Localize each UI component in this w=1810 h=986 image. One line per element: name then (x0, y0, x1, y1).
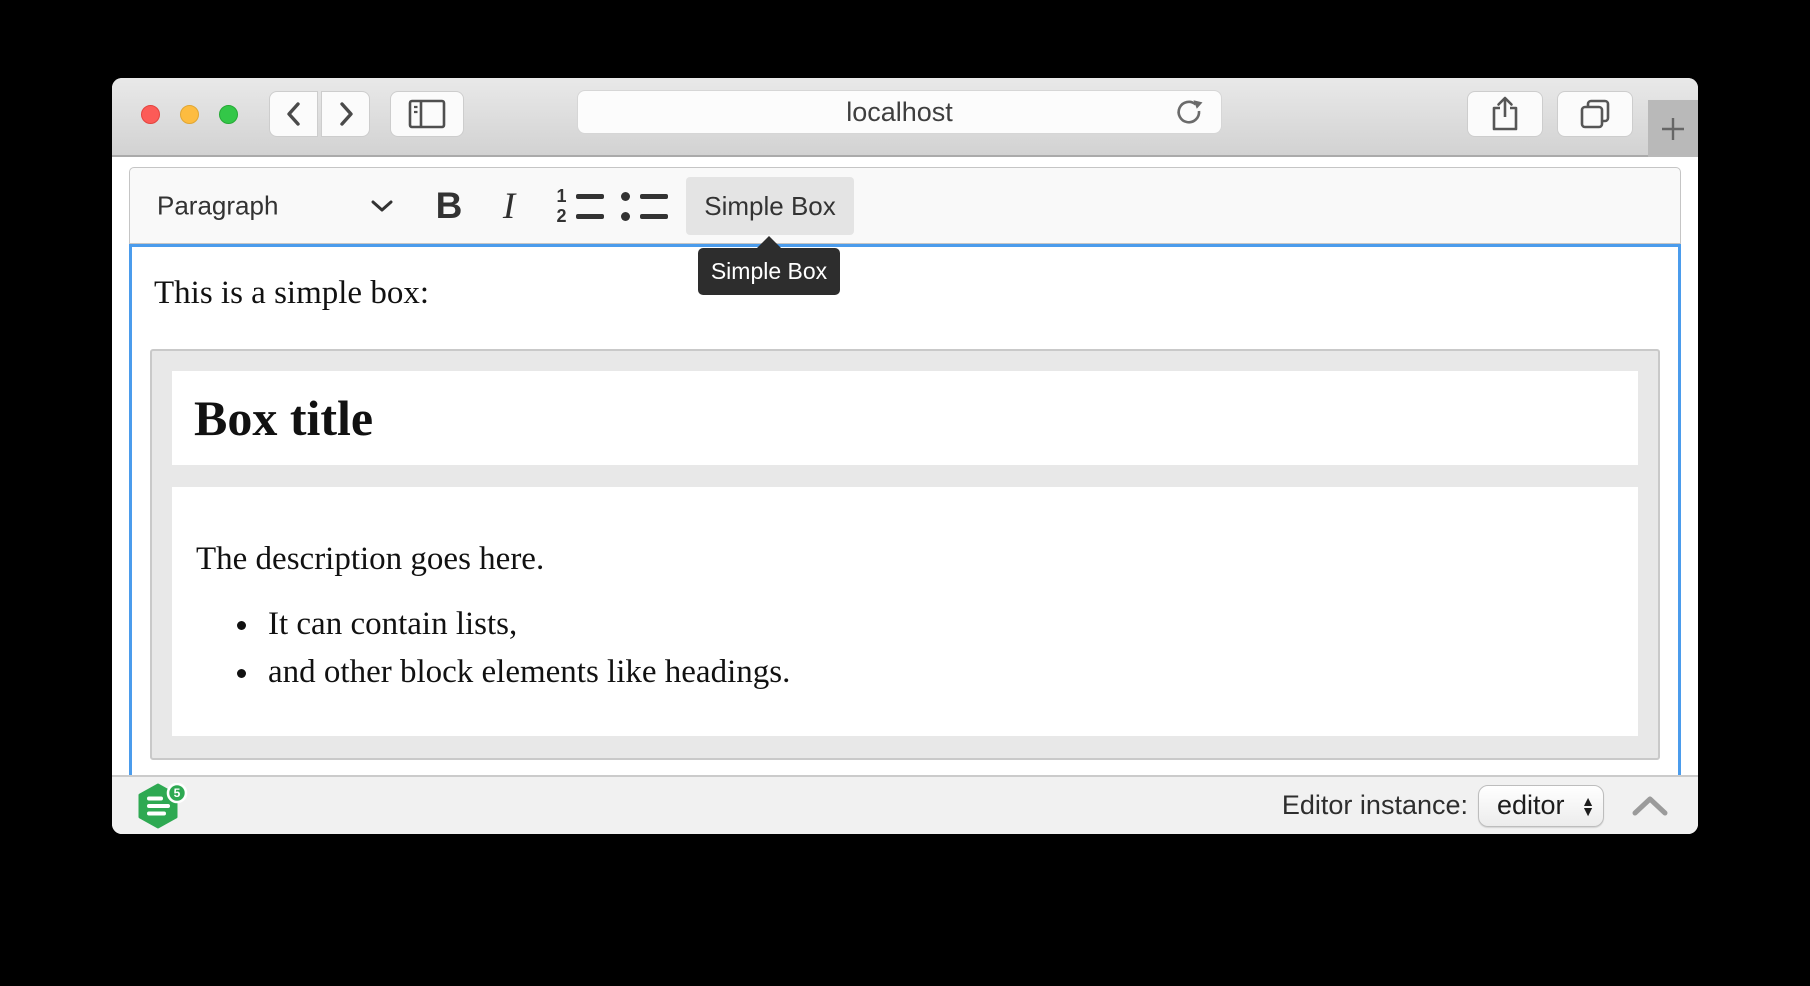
box-title-text: Box title (194, 389, 373, 447)
zoom-window-button[interactable] (219, 105, 238, 124)
show-tabs-button[interactable] (1557, 91, 1633, 137)
editor-instance-select-value: editor (1497, 790, 1565, 821)
simple-box-button-label: Simple Box (704, 191, 836, 222)
heading-dropdown-value: Paragraph (157, 190, 278, 221)
heading-dropdown[interactable]: Paragraph (130, 168, 408, 243)
chevron-left-icon (283, 100, 305, 128)
refresh-icon[interactable] (1173, 98, 1207, 132)
box-bullet-list: It can contain lists, and other block el… (196, 604, 1614, 694)
simple-box-description-field[interactable]: The description goes here. It can contai… (172, 487, 1638, 736)
bold-button[interactable]: B (423, 177, 475, 235)
close-window-button[interactable] (141, 105, 160, 124)
intro-paragraph: This is a simple box: (154, 272, 1678, 315)
sidebar-toggle-button[interactable] (390, 91, 464, 137)
address-bar[interactable]: localhost (577, 90, 1222, 134)
editor-editable-area[interactable]: This is a simple box: Box title The desc… (129, 244, 1681, 775)
back-button[interactable] (269, 91, 318, 137)
inspector-footer-bar: 5 Editor instance: editor ▲▼ (112, 775, 1698, 834)
editor-toolbar: Paragraph B I 1 2 (129, 167, 1681, 244)
browser-window: localhost (112, 78, 1698, 834)
badge-count: 5 (174, 786, 181, 800)
web-page: Paragraph B I 1 2 (112, 157, 1698, 775)
simple-box-tooltip: Simple Box (698, 248, 840, 295)
select-stepper-icon: ▲▼ (1581, 795, 1595, 817)
bold-icon: B (436, 185, 463, 227)
footer-controls: Editor instance: editor ▲▼ (1282, 777, 1670, 834)
list-item: and other block elements like headings. (262, 652, 1614, 693)
share-button[interactable] (1467, 91, 1543, 137)
italic-button[interactable]: I (483, 177, 535, 235)
simple-box-widget[interactable]: Box title The description goes here. It … (150, 349, 1660, 760)
chevron-down-icon (370, 199, 394, 213)
browser-titlebar: localhost (112, 78, 1698, 157)
tooltip-text: Simple Box (711, 258, 827, 285)
minimize-window-button[interactable] (180, 105, 199, 124)
url-text: localhost (846, 97, 953, 128)
new-tab-button[interactable] (1648, 100, 1698, 157)
simple-box-button[interactable]: Simple Box (686, 177, 854, 235)
share-icon (1489, 95, 1521, 133)
forward-button[interactable] (321, 91, 370, 137)
sidebar-icon (407, 98, 447, 130)
plus-icon (1658, 114, 1688, 144)
editor-instance-select[interactable]: editor ▲▼ (1478, 785, 1604, 827)
italic-icon: I (503, 185, 515, 228)
tooltip-caret (756, 236, 782, 249)
box-description-text: The description goes here. (196, 539, 1614, 580)
numbered-list-icon: 1 2 (555, 191, 604, 221)
bulleted-list-icon (619, 191, 668, 221)
tabs-overview-icon (1577, 96, 1613, 132)
chevron-right-icon (335, 100, 357, 128)
editor-instance-label: Editor instance: (1282, 790, 1468, 821)
numbered-list-button[interactable]: 1 2 (553, 177, 605, 235)
ckeditor-logo[interactable]: 5 (136, 783, 192, 833)
list-item: It can contain lists, (262, 604, 1614, 645)
simple-box-title-field[interactable]: Box title (172, 371, 1638, 465)
bulleted-list-button[interactable] (617, 177, 669, 235)
desktop-background: localhost (0, 0, 1810, 986)
expand-inspector-button[interactable] (1630, 794, 1670, 818)
